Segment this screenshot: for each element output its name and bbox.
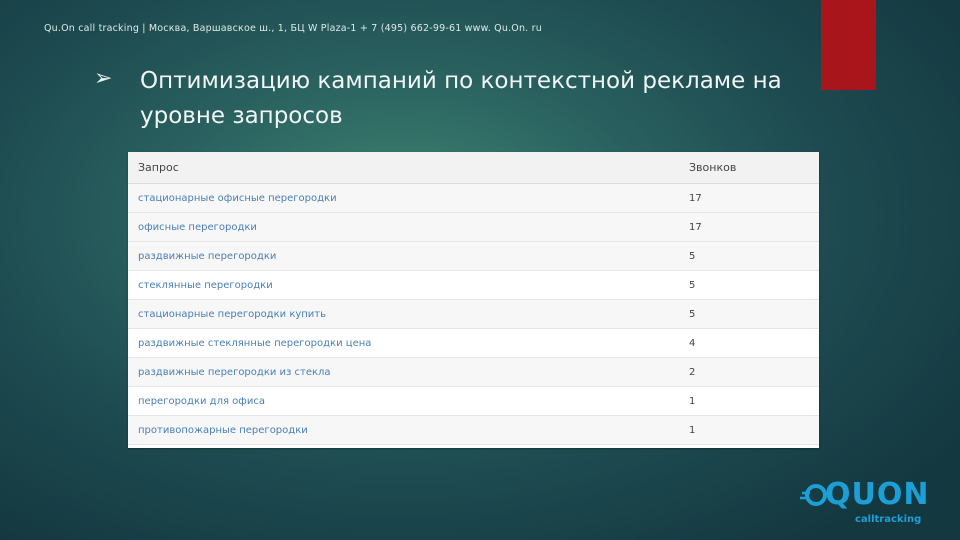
table-row: стационарные офисные перегородки 17 <box>128 184 819 213</box>
table-row: перегородки для офиса 1 <box>128 387 819 416</box>
logo-subtitle: calltracking <box>855 514 922 525</box>
quon-logo: QUON calltracking <box>800 478 932 528</box>
table-row: раздвижные стеклянные перегородки цена 4 <box>128 329 819 358</box>
calls-count: 2 <box>689 366 696 378</box>
calls-count: 5 <box>689 250 696 262</box>
calls-count: 1 <box>689 424 696 436</box>
header-contact-line: Qu.On call tracking | Москва, Варшавское… <box>44 23 542 34</box>
query-link[interactable]: стеклянные перегородки <box>128 280 689 291</box>
query-link[interactable]: раздвижные стеклянные перегородки цена <box>128 338 689 349</box>
query-link[interactable]: стационарные перегородки купить <box>128 309 689 320</box>
column-header-calls: Звонков <box>689 161 737 174</box>
calls-count: 17 <box>689 221 702 233</box>
logo-wordmark: QUON <box>825 477 930 512</box>
column-header-query: Запрос <box>138 161 179 174</box>
red-accent-bar <box>821 0 876 90</box>
table-row: раздвижные перегородки 5 <box>128 242 819 271</box>
calls-count: 17 <box>689 192 702 204</box>
table-row: стационарные перегородки купить 5 <box>128 300 819 329</box>
query-link[interactable]: раздвижные перегородки <box>128 251 689 262</box>
bullet-arrow-icon: ➢ <box>94 66 113 91</box>
table-row: офисные перегородки 17 <box>128 213 819 242</box>
calls-count: 1 <box>689 395 696 407</box>
calls-count: 5 <box>689 308 696 320</box>
calls-count: 4 <box>689 337 696 349</box>
table-header-row: Запрос Звонков <box>128 152 819 184</box>
table-row: раздвижные перегородки из стекла 2 <box>128 358 819 387</box>
table-row: стеклянные перегородки 5 <box>128 271 819 300</box>
slide-title: Оптимизацию кампаний по контекстной рекл… <box>140 68 782 129</box>
query-link[interactable]: стационарные офисные перегородки <box>128 193 689 204</box>
query-link[interactable]: перегородки для офиса <box>128 396 689 407</box>
query-link[interactable]: раздвижные перегородки из стекла <box>128 367 689 378</box>
query-link[interactable]: противопожарные перегородки <box>128 425 689 436</box>
queries-table: Запрос Звонков стационарные офисные пере… <box>128 152 819 448</box>
calls-count: 5 <box>689 279 696 291</box>
table-row: противопожарные перегородки 1 <box>128 416 819 445</box>
query-link[interactable]: офисные перегородки <box>128 222 689 233</box>
